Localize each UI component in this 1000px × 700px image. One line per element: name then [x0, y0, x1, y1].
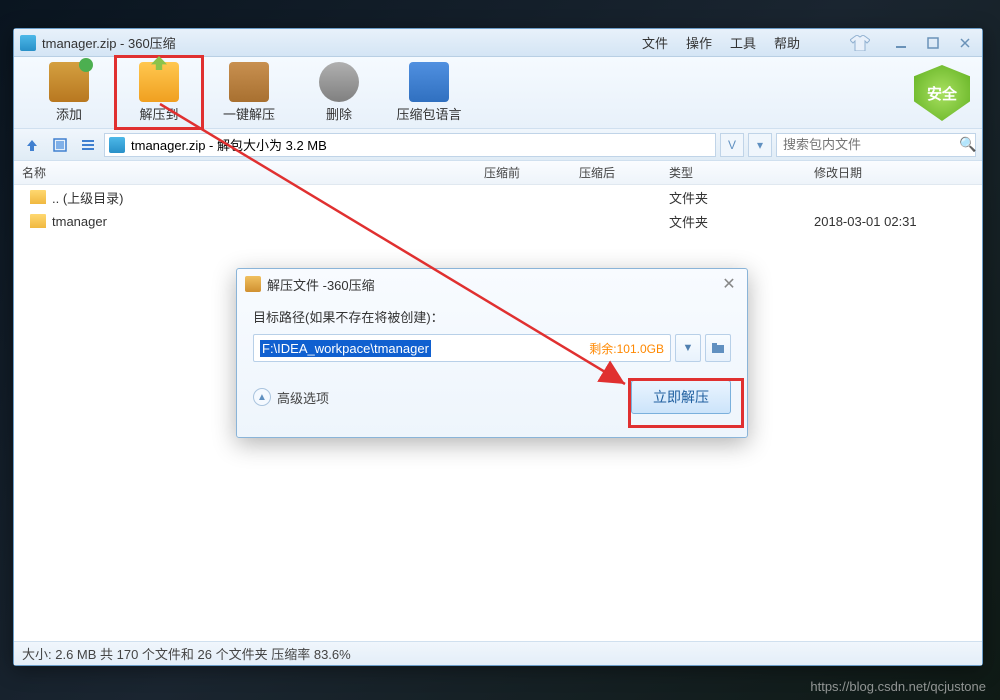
menu-file[interactable]: 文件 [642, 33, 668, 52]
col-type[interactable]: 类型 [669, 164, 814, 181]
remain-label: 剩余:101.0GB [589, 340, 664, 357]
menu-help[interactable]: 帮助 [774, 33, 800, 52]
col-name[interactable]: 名称 [14, 164, 484, 181]
add-icon [49, 62, 89, 102]
maximize-button[interactable] [922, 34, 944, 52]
folder-icon [30, 190, 46, 204]
list-item[interactable]: tmanager 文件夹 2018-03-01 02:31 [14, 209, 982, 233]
path-label: 目标路径(如果不存在将被创建)： [253, 307, 731, 326]
path-input[interactable]: F:\IDEA_workpace\tmanager 剩余:101.0GB [253, 334, 671, 362]
folder-icon [30, 214, 46, 228]
search-icon[interactable]: 🔍 [959, 136, 976, 153]
chevron-up-icon: ▲ [253, 388, 271, 406]
delete-icon [319, 62, 359, 102]
safety-badge[interactable]: 安全 [914, 65, 970, 121]
extract-dialog: 解压文件 -360压缩 ✕ 目标路径(如果不存在将被创建)： F:\IDEA_w… [236, 268, 748, 438]
menu-operate[interactable]: 操作 [686, 33, 712, 52]
toolbar: 添加 解压到 一键解压 删除 压缩包语言 安全 [14, 57, 982, 129]
app-icon [20, 35, 36, 51]
onekey-icon [229, 62, 269, 102]
watermark: https://blog.csdn.net/qcjustone [810, 679, 986, 694]
dialog-titlebar[interactable]: 解压文件 -360压缩 ✕ [237, 269, 747, 299]
col-before[interactable]: 压缩前 [484, 164, 579, 181]
dialog-close-button[interactable]: ✕ [719, 274, 739, 294]
menu-tool[interactable]: 工具 [730, 33, 756, 52]
onekey-extract-button[interactable]: 一键解压 [204, 62, 294, 123]
col-after[interactable]: 压缩后 [579, 164, 669, 181]
language-icon [409, 62, 449, 102]
advanced-options-button[interactable]: ▲ 高级选项 [253, 388, 329, 407]
path-display[interactable]: tmanager.zip - 解包大小为 3.2 MB [104, 133, 716, 157]
dropdown-button[interactable]: ▾ [748, 133, 772, 157]
col-date[interactable]: 修改日期 [814, 164, 982, 181]
theme-icon[interactable] [850, 35, 870, 51]
column-headers: 名称 压缩前 压缩后 类型 修改日期 [14, 161, 982, 185]
archive-icon [109, 137, 125, 153]
browse-button[interactable] [705, 334, 731, 362]
extract-now-button[interactable]: 立即解压 [631, 380, 731, 414]
view-icons-button[interactable] [48, 133, 72, 157]
navigation-bar: tmanager.zip - 解包大小为 3.2 MB V ▾ 🔍 [14, 129, 982, 161]
path-dropdown-button[interactable]: ▼ [675, 334, 701, 362]
extract-icon [139, 62, 179, 102]
window-title: tmanager.zip - 360压缩 [42, 33, 642, 52]
view-list-button[interactable] [76, 133, 100, 157]
add-button[interactable]: 添加 [24, 62, 114, 123]
list-item[interactable]: .. (上级目录) 文件夹 [14, 185, 982, 209]
dialog-icon [245, 276, 261, 292]
language-button[interactable]: 压缩包语言 [384, 62, 474, 123]
search-box[interactable]: 🔍 [776, 133, 976, 157]
dialog-body: 目标路径(如果不存在将被创建)： F:\IDEA_workpace\tmanag… [237, 299, 747, 422]
up-button[interactable] [20, 133, 44, 157]
status-bar: 大小: 2.6 MB 共 170 个文件和 26 个文件夹 压缩率 83.6% [14, 641, 982, 665]
delete-button[interactable]: 删除 [294, 62, 384, 123]
close-button[interactable] [954, 34, 976, 52]
menu-bar: 文件 操作 工具 帮助 [642, 33, 800, 52]
titlebar[interactable]: tmanager.zip - 360压缩 文件 操作 工具 帮助 [14, 29, 982, 57]
extract-to-button[interactable]: 解压到 [114, 55, 204, 130]
window-controls [890, 34, 976, 52]
search-input[interactable] [783, 137, 959, 152]
v-button[interactable]: V [720, 133, 744, 157]
minimize-button[interactable] [890, 34, 912, 52]
